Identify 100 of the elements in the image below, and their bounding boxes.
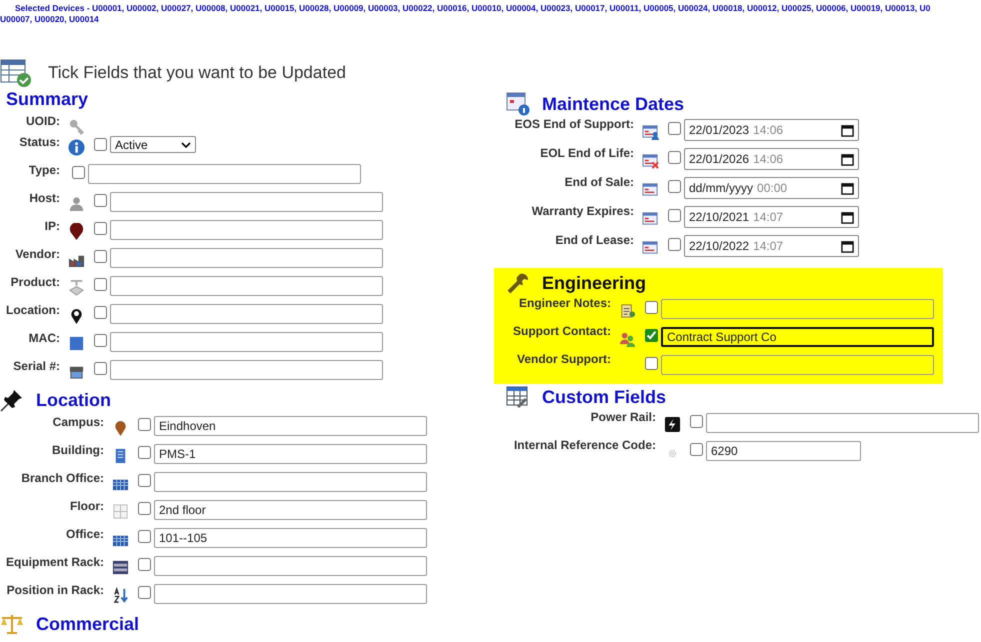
checkbox[interactable] — [668, 238, 681, 251]
gear-icon — [666, 448, 678, 459]
field-label: Vendor: — [14, 246, 60, 261]
location-pin-icon — [68, 223, 84, 240]
checkbox[interactable] — [94, 362, 107, 375]
date-time-field[interactable]: dd/mm/yyyy 00:00 — [684, 177, 859, 199]
checkbox[interactable] — [690, 415, 703, 428]
field-label: Position in Rack: — [6, 582, 104, 597]
input-field[interactable] — [110, 220, 383, 240]
field-label: End of Sale: — [564, 174, 634, 189]
input-field[interactable]: 2nd floor — [154, 500, 427, 520]
input-field[interactable] — [88, 164, 361, 184]
section-heading: Commercial — [36, 614, 140, 634]
section-heading: Maintence Dates — [542, 94, 684, 114]
input-field[interactable]: 6290 — [706, 441, 861, 461]
date-time-field[interactable]: 22/10/2022 14:07 — [684, 235, 859, 257]
lightning-icon — [664, 416, 680, 433]
square-icon — [68, 335, 84, 352]
checkbox[interactable] — [668, 180, 681, 193]
checkbox[interactable] — [138, 586, 151, 599]
checkbox[interactable] — [94, 278, 107, 291]
checkbox[interactable] — [94, 334, 107, 347]
field-label: End of Lease: — [554, 232, 634, 247]
input-field[interactable] — [110, 360, 383, 380]
key-icon — [68, 118, 84, 135]
input-field[interactable]: Contract Support Co — [661, 327, 934, 347]
clipboard-icon — [618, 302, 636, 319]
chevron-down-icon — [181, 142, 191, 148]
field-label: EOL End of Life: — [539, 145, 634, 160]
date-time-field[interactable]: 22/01/2026 14:06 — [684, 148, 859, 170]
scales-icon — [0, 612, 24, 636]
input-field[interactable] — [706, 413, 979, 433]
checkbox[interactable] — [138, 530, 151, 543]
calendar-icon[interactable] — [841, 240, 854, 252]
checkbox[interactable] — [138, 418, 151, 431]
checkbox[interactable] — [94, 194, 107, 207]
input-field[interactable]: Eindhoven — [154, 416, 427, 436]
checkbox[interactable] — [72, 166, 85, 179]
field-label: Internal Reference Code: — [512, 437, 656, 452]
field-label: Status: — [18, 134, 60, 149]
input-field[interactable] — [154, 556, 427, 576]
selected-devices-text: U00007, U00020, U00014 — [0, 14, 99, 25]
field-label: Floor: — [69, 498, 104, 513]
checkbox[interactable] — [690, 443, 703, 456]
person-icon — [68, 195, 84, 212]
table-check-icon — [0, 59, 32, 87]
input-field[interactable] — [110, 276, 383, 296]
checkbox[interactable] — [138, 502, 151, 515]
calendar-info-icon — [506, 92, 530, 116]
input-field[interactable]: PMS-1 — [154, 444, 427, 464]
calendar-icon[interactable] — [841, 210, 854, 224]
input-field[interactable] — [110, 332, 383, 352]
input-field[interactable] — [110, 192, 383, 212]
floor-plan-icon — [112, 503, 128, 520]
date-time-field[interactable]: 22/01/2023 14:06 — [684, 119, 859, 141]
input-field[interactable] — [154, 472, 427, 492]
field-label: Vendor Support: — [516, 351, 611, 366]
field-label: Building: — [51, 442, 104, 457]
checkbox[interactable] — [94, 222, 107, 235]
input-field[interactable] — [661, 355, 934, 375]
calendar-cross-icon — [642, 152, 658, 169]
date-time-field[interactable]: 22/10/2021 14:07 — [684, 206, 859, 228]
status-dropdown[interactable]: Active — [110, 136, 196, 153]
section-heading: Engineering — [542, 272, 646, 294]
people-icon — [618, 330, 636, 347]
field-label: Equipment Rack: — [4, 554, 104, 569]
form-title: Tick Fields that you want to be Updated — [48, 63, 346, 83]
checkbox[interactable] — [645, 301, 658, 314]
checkbox[interactable] — [668, 122, 681, 135]
field-label: Host: — [28, 190, 60, 205]
checkbox[interactable] — [94, 306, 107, 319]
checkbox[interactable] — [138, 558, 151, 571]
section-heading: Summary — [6, 88, 88, 110]
calendar-icon[interactable] — [841, 182, 854, 194]
input-field[interactable] — [110, 248, 383, 268]
input-field[interactable] — [661, 299, 934, 319]
checkbox[interactable] — [94, 138, 107, 151]
field-label: Branch Office: — [20, 470, 104, 485]
checkbox[interactable] — [138, 474, 151, 487]
field-label: Product: — [10, 274, 60, 289]
calendar-icon[interactable] — [841, 152, 854, 166]
field-label: Engineer Notes: — [518, 295, 611, 310]
checkbox[interactable] — [668, 209, 681, 222]
checkbox[interactable] — [138, 446, 151, 459]
checkbox[interactable] — [645, 357, 658, 370]
field-label: IP: — [44, 218, 60, 233]
table-wrench-icon — [506, 385, 530, 409]
input-field[interactable]: 101--105 — [154, 528, 427, 548]
info-icon — [68, 139, 84, 156]
field-label: Location: — [5, 302, 60, 317]
section-heading: Custom Fields — [542, 386, 666, 408]
checkbox[interactable] — [645, 329, 658, 342]
checkbox[interactable] — [94, 250, 107, 263]
field-label: EOS End of Support: — [514, 116, 634, 131]
field-label: Support Contact: — [512, 323, 611, 338]
calendar-icon[interactable] — [841, 124, 854, 136]
input-field[interactable] — [110, 304, 383, 324]
calendar-icon — [642, 181, 658, 198]
input-field[interactable] — [154, 584, 427, 604]
checkbox[interactable] — [668, 151, 681, 164]
